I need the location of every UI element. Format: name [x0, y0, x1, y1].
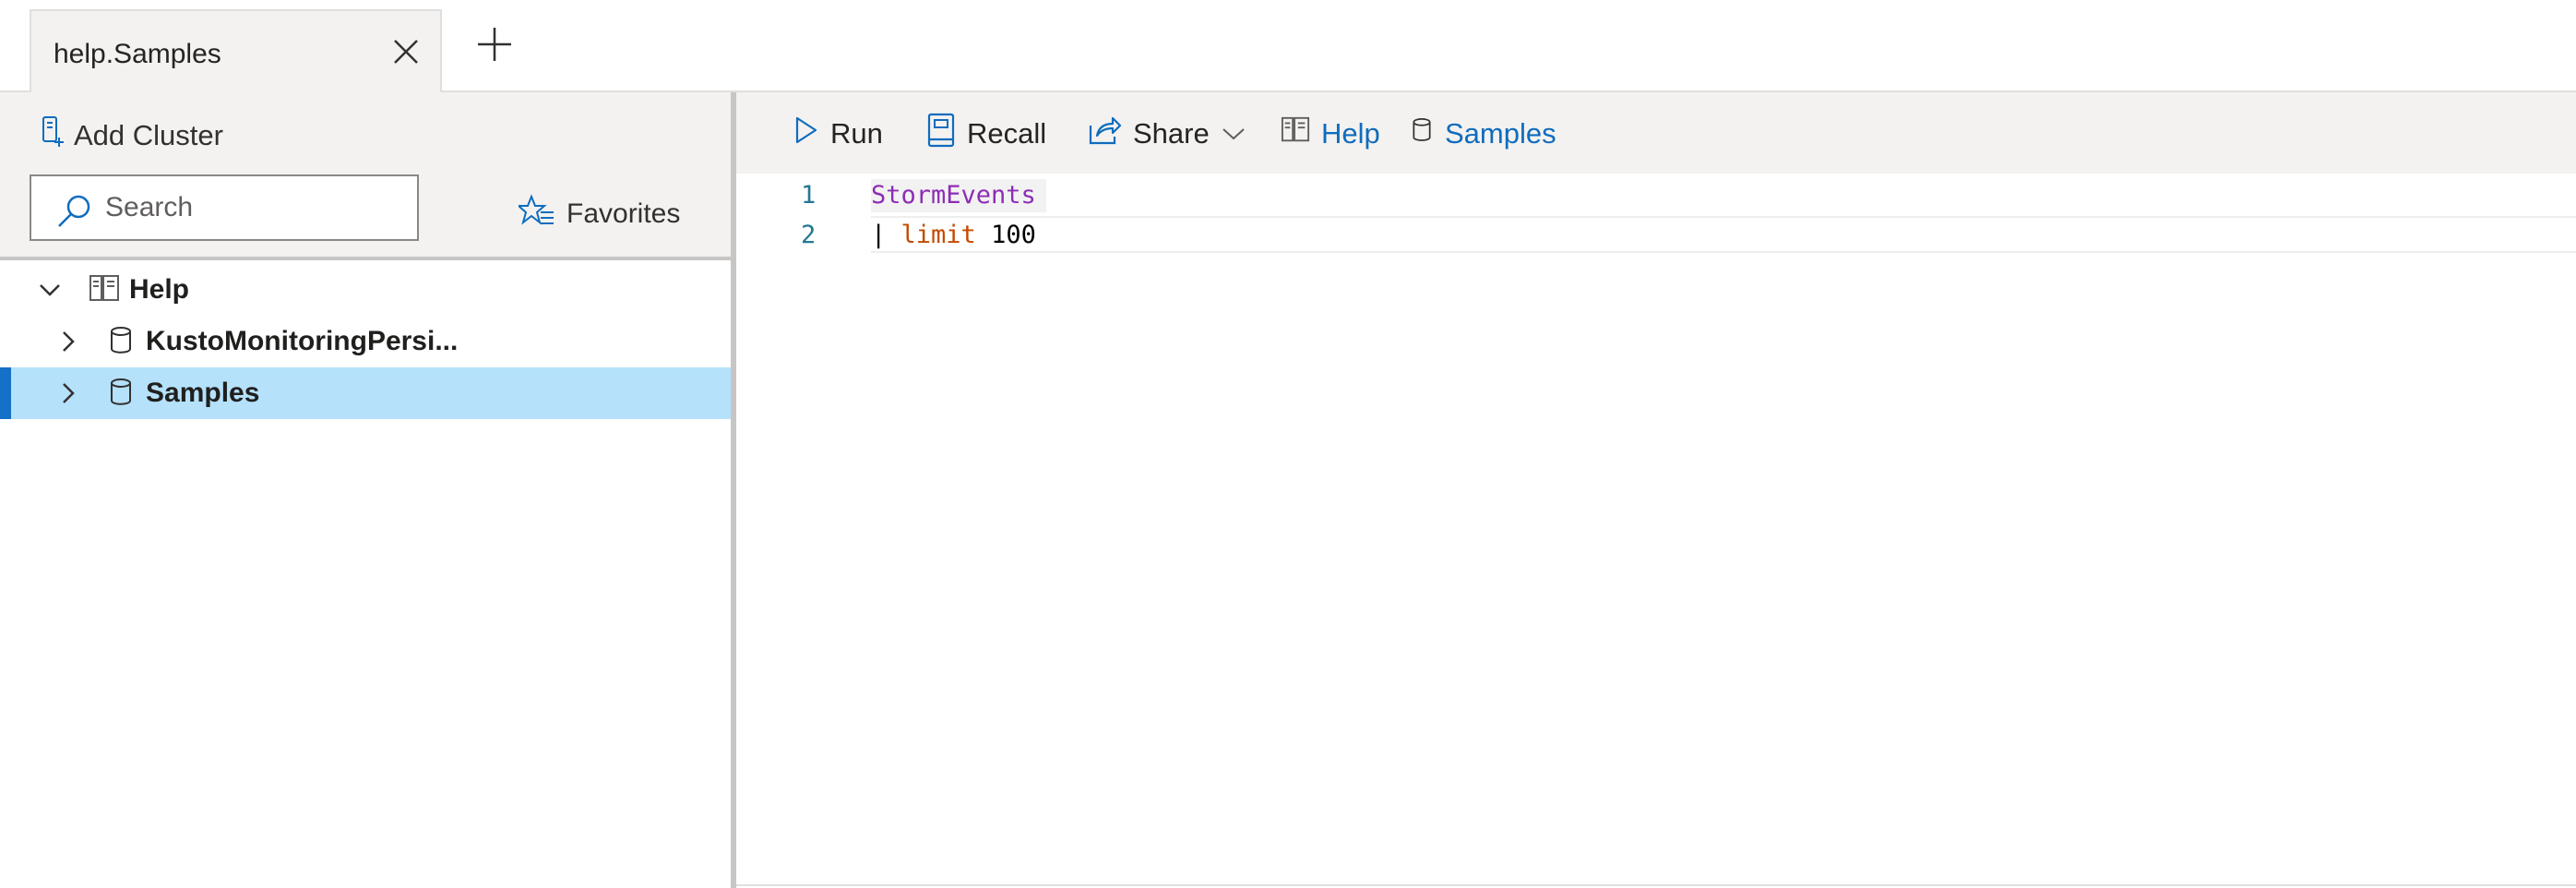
- add-cluster-label: Add Cluster: [74, 119, 223, 151]
- chevron-down-icon[interactable]: [37, 277, 63, 303]
- tree-item-label: Help: [129, 274, 190, 305]
- query-tab[interactable]: help.Samples: [30, 9, 442, 92]
- recall-button[interactable]: Recall: [926, 111, 1046, 157]
- favorites-label: Favorites: [566, 198, 681, 229]
- chevron-right-icon[interactable]: [55, 380, 81, 406]
- add-cluster-button[interactable]: Add Cluster: [41, 113, 223, 159]
- help-label: Help: [1321, 117, 1380, 150]
- query-editor[interactable]: [736, 174, 2576, 888]
- tree-item-cluster[interactable]: Help: [0, 264, 731, 316]
- cluster-icon: [1281, 115, 1310, 152]
- database-icon: [107, 377, 137, 408]
- pipe-token: |: [871, 221, 887, 249]
- share-label: Share: [1133, 117, 1210, 150]
- cluster-icon: [89, 273, 119, 305]
- pane-divider: [0, 257, 731, 260]
- share-button[interactable]: Share: [1087, 111, 1246, 157]
- samples-database-link[interactable]: Samples: [1410, 111, 1556, 157]
- favorites-icon: [516, 194, 555, 234]
- line-number: 1: [801, 181, 817, 210]
- book-icon: [926, 113, 956, 155]
- operator-token: limit: [900, 221, 976, 249]
- current-line-highlight: [871, 216, 2576, 253]
- share-icon: [1087, 114, 1122, 153]
- tab-bar: help.Samples: [0, 0, 2576, 92]
- number-token: 100: [991, 221, 1036, 249]
- samples-label: Samples: [1445, 117, 1556, 150]
- run-button[interactable]: Run: [793, 111, 883, 157]
- code-line-1[interactable]: StormEvents: [871, 181, 1036, 210]
- table-token: StormEvents: [871, 181, 1036, 210]
- chevron-right-icon[interactable]: [55, 329, 81, 354]
- chevron-down-icon[interactable]: [1221, 117, 1246, 150]
- tree-item-label: Samples: [146, 378, 260, 408]
- search-input[interactable]: [105, 186, 400, 230]
- run-label: Run: [830, 117, 883, 150]
- tree-item-label: KustoMonitoringPersi...: [146, 326, 459, 356]
- add-cluster-icon: [41, 115, 65, 156]
- search-icon: [55, 193, 92, 230]
- tab-title[interactable]: help.Samples: [54, 39, 221, 70]
- favorites-button[interactable]: Favorites: [516, 194, 681, 234]
- line-number: 2: [801, 221, 817, 249]
- tree-item-database-selected[interactable]: Samples: [0, 367, 731, 419]
- selection-indicator: [0, 367, 11, 419]
- recall-label: Recall: [967, 117, 1047, 150]
- editor-bottom-border: [736, 884, 2576, 886]
- play-icon: [793, 115, 819, 152]
- search-box[interactable]: [30, 174, 419, 241]
- add-tab-icon[interactable]: [472, 22, 517, 66]
- database-icon: [1410, 115, 1434, 152]
- help-cluster-link[interactable]: Help: [1281, 111, 1380, 157]
- code-line-2[interactable]: | limit 100: [871, 221, 1036, 249]
- tree-item-database[interactable]: KustoMonitoringPersi...: [0, 316, 731, 367]
- close-icon[interactable]: [389, 35, 423, 68]
- database-icon: [107, 325, 137, 356]
